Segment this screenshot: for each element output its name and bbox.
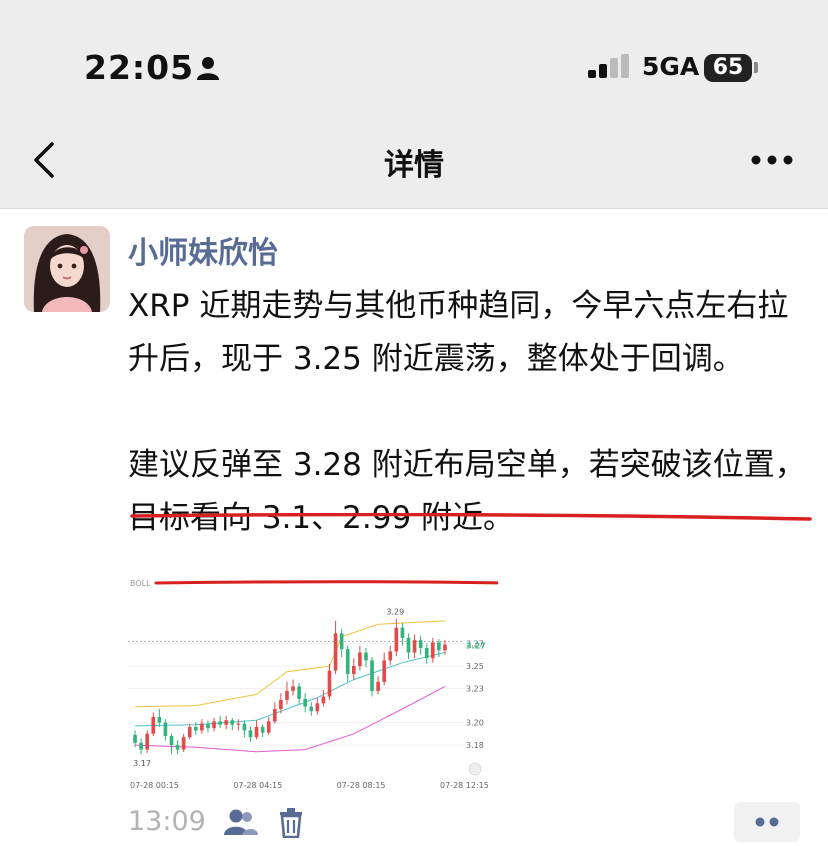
candle-body <box>333 633 338 671</box>
candle-body <box>133 734 137 743</box>
candle-body <box>327 670 332 697</box>
author-name[interactable]: 小师妹欣怡 <box>128 228 278 272</box>
candle-body <box>157 716 162 723</box>
network-type: 5GA <box>642 52 700 81</box>
candle-body <box>169 736 174 746</box>
candle-body <box>394 627 399 652</box>
candle-body <box>315 703 320 712</box>
candle-body <box>230 720 235 725</box>
candle-body <box>303 698 308 707</box>
signal-icon <box>588 54 629 78</box>
candle-body <box>145 733 150 750</box>
candle-body <box>370 660 374 691</box>
candle-body <box>242 723 247 731</box>
y-tick-label: 3.18 <box>466 741 484 750</box>
candle-body <box>321 696 326 704</box>
candle-body <box>382 660 387 682</box>
y-tick-label: 3.20 <box>466 719 484 728</box>
candle-body <box>279 699 283 709</box>
candle-body <box>181 737 186 750</box>
candlestick-chart: BOLL 3.273.253.233.203.183.273.293.1707-… <box>128 579 570 790</box>
indicator-label: BOLL <box>130 579 151 588</box>
candle-body <box>388 651 393 661</box>
red-mark-line <box>154 580 570 586</box>
candle-body <box>272 708 277 722</box>
candle-body <box>345 649 350 674</box>
candle-body <box>163 722 168 737</box>
candle-body <box>418 640 423 649</box>
red-underline-marker <box>130 513 812 521</box>
post-paragraph: 建议反弹至 3.28 附近布局空单，若突破该位置，目标看向 3.1、2.99 附… <box>128 447 806 536</box>
candle-body <box>412 640 417 653</box>
battery-cap <box>754 62 758 73</box>
candle-body <box>248 730 253 738</box>
candle-body <box>260 727 265 733</box>
boll-lower-line <box>134 685 446 753</box>
chart-logo-icon <box>468 762 482 776</box>
x-tick-label: 07-28 12:15 <box>440 781 489 790</box>
comment-button[interactable] <box>734 802 800 842</box>
candle-body <box>364 652 368 661</box>
candle-body <box>236 723 241 725</box>
low-price-label: 3.17 <box>133 759 151 768</box>
candle-body <box>193 727 198 731</box>
x-tick-label: 07-28 00:15 <box>130 781 179 790</box>
candle-body <box>443 644 447 651</box>
candle-body <box>175 745 180 750</box>
boll-mid-line <box>134 652 446 727</box>
candle-body <box>291 686 295 691</box>
comment-dots-icon <box>755 817 779 827</box>
avatar[interactable] <box>24 226 110 312</box>
x-tick-label: 07-28 04:15 <box>233 781 282 790</box>
avatar-illustration <box>24 226 110 312</box>
candle-body <box>285 690 289 700</box>
candle-body <box>424 648 429 659</box>
candle-body <box>351 666 356 674</box>
candle-body <box>339 633 344 650</box>
post-paragraph: XRP 近期走势与其他币种趋同，今早六点左右拉升后，现于 3.25 附近震荡，整… <box>128 288 789 377</box>
candle-body <box>187 727 192 738</box>
candle-body <box>224 720 229 725</box>
candle-body <box>400 627 405 638</box>
candle-body <box>206 723 210 729</box>
candle-body <box>297 686 301 699</box>
person-icon <box>197 57 219 80</box>
status-bar: 22:05 5GA 65 <box>0 0 828 110</box>
nav-bar: 详情 <box>0 110 828 209</box>
candle-body <box>212 721 216 729</box>
delete-trash-icon[interactable] <box>278 808 304 838</box>
post-body: XRP 近期走势与其他币种趋同，今早六点左右拉升后，现于 3.25 附近震荡，整… <box>128 280 808 545</box>
candle-body <box>430 642 435 659</box>
visibility-people-icon[interactable] <box>224 808 258 836</box>
more-options-button[interactable] <box>744 150 800 170</box>
high-price-label: 3.29 <box>386 608 404 617</box>
candle-body <box>200 723 204 731</box>
candle-body <box>376 681 380 691</box>
candle-body <box>266 721 271 733</box>
candle-body <box>151 716 156 734</box>
y-tick-label: 3.23 <box>466 685 484 694</box>
y-tick-label: 3.25 <box>466 662 484 671</box>
status-time: 22:05 <box>84 48 195 87</box>
candle-body <box>254 727 259 738</box>
candle-body <box>437 642 441 651</box>
price-chart-image[interactable]: BOLL 3.27 3.25 3.23 3.20 3.18 3.27 3.29 3.17 07-… <box>128 572 570 794</box>
candle-body <box>218 721 222 725</box>
x-tick-label: 07-28 08:15 <box>337 781 386 790</box>
current-price-label: 3.27 <box>466 642 486 651</box>
post-timestamp: 13:09 <box>128 806 206 837</box>
candle-body <box>139 742 143 750</box>
candle-body <box>358 652 362 667</box>
candle-body <box>406 637 411 653</box>
candle-body <box>309 706 314 712</box>
battery-icon: 65 <box>704 54 752 82</box>
page-title: 详情 <box>384 148 444 183</box>
